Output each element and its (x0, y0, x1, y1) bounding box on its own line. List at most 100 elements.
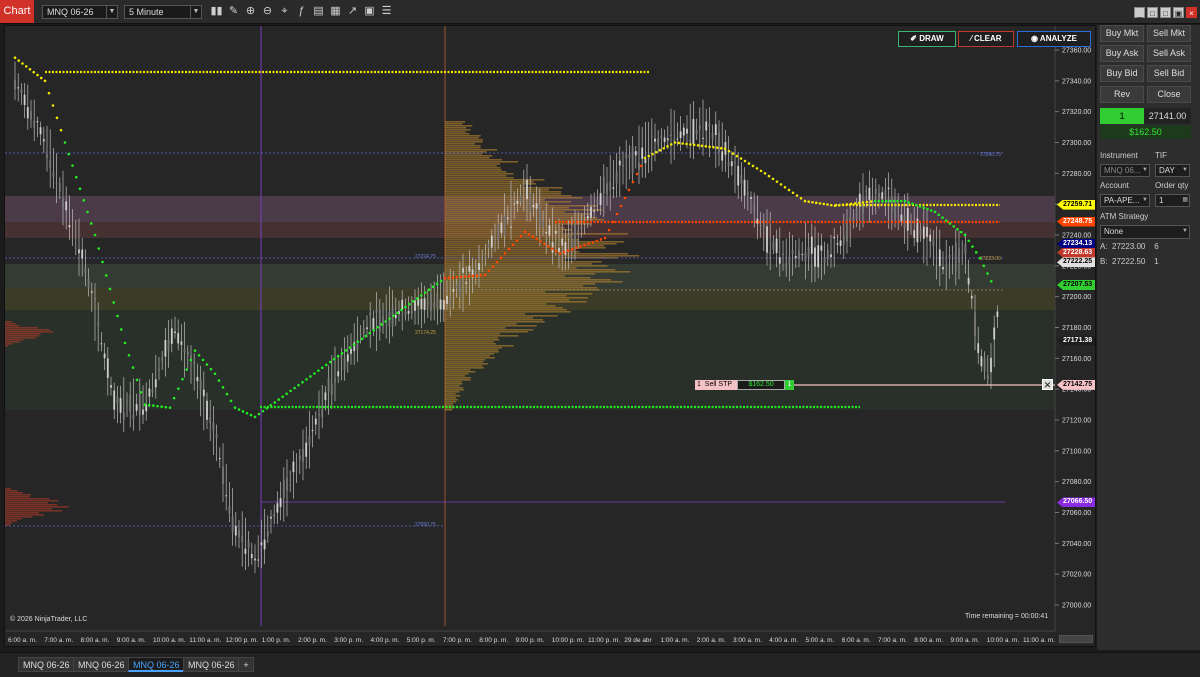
ma-dot (317, 369, 320, 372)
price-flag: 27142.75 (1057, 379, 1096, 390)
ma-dot (677, 141, 681, 145)
stepper-icon[interactable]: ▦ (1182, 195, 1188, 206)
buy-market-button[interactable]: Buy Mkt (1100, 25, 1144, 42)
ma-dot (93, 233, 97, 237)
sell-market-button[interactable]: Sell Mkt (1147, 25, 1191, 42)
close-order-icon[interactable]: ✕ (1042, 379, 1053, 390)
tab-chart-4[interactable]: MNQ 06-26 (183, 657, 240, 672)
ma-dot (443, 276, 447, 280)
save-icon[interactable]: ▣ (363, 5, 376, 18)
candle-body (798, 250, 800, 259)
data-box-icon[interactable]: ☰ (380, 5, 393, 18)
volume-profile-bar (445, 341, 494, 343)
ma-dot (896, 199, 899, 203)
volume-profile-bar (445, 403, 453, 405)
volume-profile-bar (445, 285, 584, 287)
account-select[interactable]: PA-APE... ▼ (1100, 194, 1150, 207)
restore-button[interactable]: □ (1147, 7, 1158, 18)
candle-body (103, 353, 106, 359)
price-tick-label: 27060.00 (1062, 510, 1091, 517)
ma-dot (807, 200, 811, 203)
candle-body (366, 327, 368, 329)
order-qty-stepper[interactable]: 1 ▦ (1155, 194, 1190, 207)
volume-profile-bar (445, 297, 588, 299)
draw-button[interactable]: ✐ DRAW (898, 31, 956, 47)
candle-body (702, 137, 704, 139)
ma-dot (654, 150, 658, 154)
reverse-button[interactable]: Rev (1100, 86, 1144, 103)
order-label[interactable]: 1 Sell STP (695, 380, 737, 390)
zoom-out-icon[interactable]: ⊖ (261, 5, 274, 18)
crosshair-icon[interactable]: ⌖ (278, 5, 291, 18)
volume-profile-bar (445, 335, 519, 337)
volume-profile-bar (5, 331, 54, 333)
candle-body (554, 230, 557, 234)
tab-chart-3[interactable]: MNQ 06-26 (128, 657, 185, 672)
templates-icon[interactable]: ▦ (329, 5, 342, 18)
ma-dot (435, 282, 439, 286)
volume-profile-bar (445, 135, 481, 137)
candle-body (122, 412, 125, 420)
buy-bid-button[interactable]: Buy Bid (1100, 65, 1144, 82)
candle-body (318, 414, 320, 416)
candle-body (474, 267, 477, 272)
candle-body (481, 261, 484, 263)
price-chart[interactable]: 27260.75 27224.75 27174.25 27223.00 2705… (5, 26, 1097, 648)
volume-profile-bar (5, 496, 31, 498)
indicators-icon[interactable]: ƒ (295, 5, 308, 18)
ma-dot (71, 164, 74, 167)
popout-button[interactable]: □ (1160, 7, 1171, 18)
chart-panel[interactable]: 27260.75 27224.75 27174.25 27223.00 2705… (4, 25, 1096, 647)
zoom-in-icon[interactable]: ⊕ (244, 5, 257, 18)
tif-select[interactable]: DAY ▼ (1155, 164, 1190, 177)
maximize-button[interactable]: ▣ (1173, 7, 1184, 18)
chart-toolbar: Chart MNQ 06-26 ▼ 5 Minute ▼ ▮▮ ✎ ⊕ ⊖ ⌖ … (0, 0, 1200, 24)
volume-profile-bar (5, 490, 18, 492)
interval-selector[interactable]: 5 Minute ▼ (124, 5, 202, 19)
ma-dot (952, 225, 956, 228)
candle-body (343, 357, 346, 371)
order-qty-badge[interactable]: 1 (785, 380, 794, 390)
ma-dot (822, 202, 826, 206)
tab-chart-1[interactable]: MNQ 06-26 (18, 657, 75, 672)
ma-dot (631, 180, 635, 184)
chart-level-label: 27050.75 (415, 522, 436, 528)
bars-icon[interactable]: ▮▮ (210, 5, 223, 18)
sell-ask-button[interactable]: Sell Ask (1147, 45, 1191, 62)
volume-profile-bar (445, 347, 502, 349)
ma-dot (566, 249, 570, 252)
candle-body (842, 235, 845, 245)
add-tab-button[interactable]: + (238, 657, 254, 672)
ma-dot (412, 299, 415, 303)
candle-body (295, 470, 298, 472)
properties-icon[interactable]: ↗ (346, 5, 359, 18)
close-button[interactable]: × (1186, 7, 1197, 18)
chart-level-label: 27260.75 (980, 152, 1001, 158)
instrument-selector[interactable]: MNQ 06-26 ▼ (42, 5, 118, 19)
analyze-button[interactable]: ◉ ANALYZE (1017, 31, 1091, 47)
candle-body (369, 312, 372, 315)
ma-dot (849, 202, 853, 206)
strategies-icon[interactable]: ▤ (312, 5, 325, 18)
instrument-field[interactable]: MNQ 06... ▼ (1100, 164, 1150, 177)
buy-ask-button[interactable]: Buy Ask (1100, 45, 1144, 62)
pencil-icon[interactable]: ✎ (227, 5, 240, 18)
close-position-button[interactable]: Close (1147, 86, 1191, 103)
ma-dot (986, 272, 989, 275)
volume-profile-bar (445, 179, 545, 181)
volume-profile-bar (5, 343, 13, 345)
ma-dot (933, 210, 937, 214)
chart-scrollbar[interactable] (1059, 635, 1093, 643)
volume-profile-bar (445, 143, 475, 145)
ma-dot (201, 358, 205, 362)
volume-profile-bar (445, 367, 485, 369)
atm-strategy-select[interactable]: None ▼ (1100, 225, 1190, 239)
minimize-button[interactable]: _ (1134, 7, 1145, 18)
price-flag: 27248.75 (1057, 216, 1096, 227)
volume-profile-bar (445, 369, 471, 371)
candle-body (737, 165, 740, 186)
clear-button[interactable]: ⁄ CLEAR (958, 31, 1014, 47)
tab-chart-2[interactable]: MNQ 06-26 (73, 657, 130, 672)
sell-bid-button[interactable]: Sell Bid (1147, 65, 1191, 82)
candle-body (871, 202, 874, 204)
